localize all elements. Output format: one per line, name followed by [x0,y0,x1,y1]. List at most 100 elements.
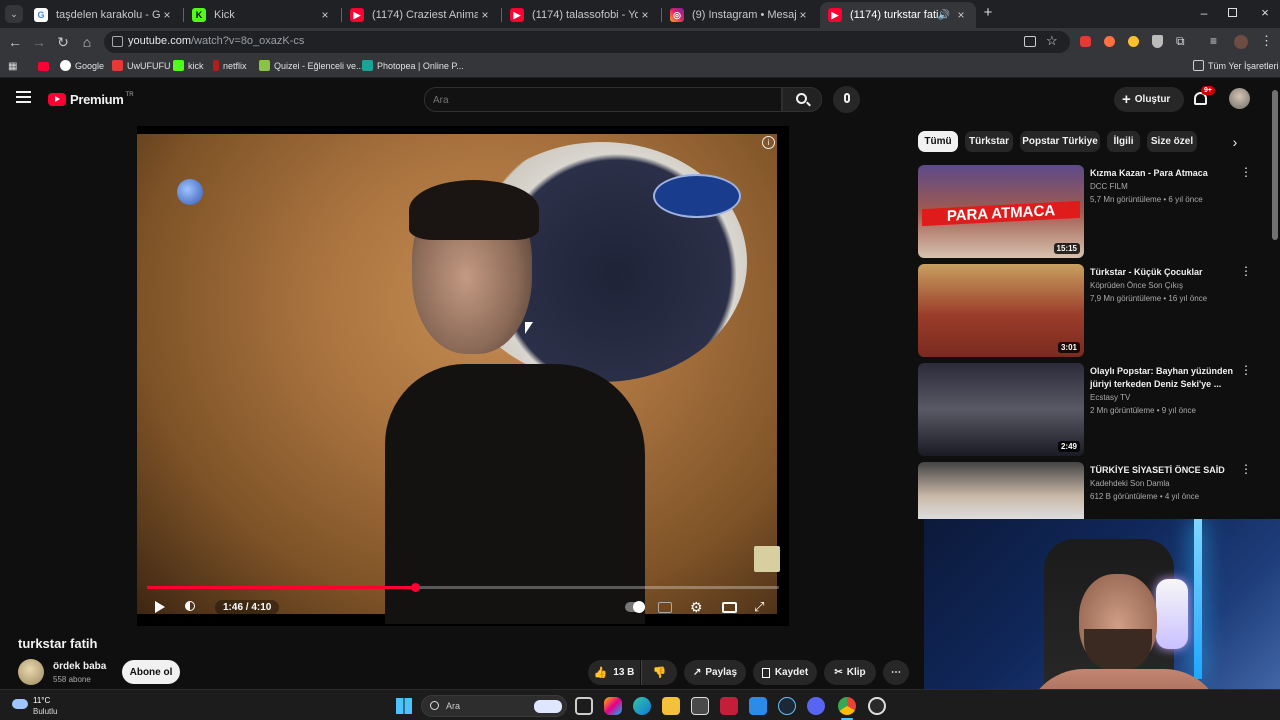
channel-name[interactable]: ördek baba [53,661,106,672]
close-icon[interactable]: × [318,8,332,22]
save-button[interactable]: Kaydet [753,660,817,685]
tab-youtube-animal[interactable]: ▶ (1174) Craziest Animal Encount × [342,2,500,28]
channel-watermark[interactable] [754,546,780,572]
theater-mode-icon[interactable] [722,602,737,613]
apps-icon[interactable]: ▦ [8,61,17,72]
home-icon[interactable]: ⌂ [78,33,96,51]
copilot-icon[interactable] [604,697,622,715]
close-icon[interactable]: × [478,8,492,22]
channel-avatar[interactable] [18,659,44,685]
weather-widget[interactable]: 11°C Bulutlu [10,694,90,718]
file-explorer-icon[interactable] [662,697,680,715]
progress-bar[interactable] [147,583,779,592]
bookmark-star-icon[interactable]: ☆ [1046,33,1058,49]
progress-scrubber[interactable] [411,583,420,592]
subscribe-button[interactable]: Abone ol [122,660,180,684]
subtitles-icon[interactable] [658,602,672,613]
menu-icon[interactable]: ⋮ [1260,33,1273,49]
extensions-puzzle-icon[interactable]: ⧉ [1176,34,1185,49]
more-vertical-icon[interactable]: ⋮ [1240,462,1252,476]
windows-start-icon[interactable] [396,698,412,714]
info-icon[interactable]: i [762,136,775,149]
tab-google[interactable]: G taşdelen karakolu - Google'da A × [26,2,182,28]
chip-all[interactable]: Tümü [918,131,958,152]
dislike-button[interactable]: 👎 [641,660,677,685]
video-thumbnail[interactable]: PARA ATMACA 15:15 [918,165,1084,258]
fullscreen-icon[interactable]: ⤢ [754,599,764,615]
mail-app-icon[interactable] [749,697,767,715]
chip-related[interactable]: İlgili [1107,131,1140,152]
create-button[interactable]: + Oluştur [1114,87,1184,112]
reading-list-icon[interactable]: ≡ [1210,34,1217,48]
more-vertical-icon[interactable]: ⋮ [1240,363,1252,377]
steam-icon[interactable] [778,697,796,715]
site-info-icon[interactable] [112,36,123,47]
taskbar-search[interactable]: Ara [421,695,567,717]
tab-instagram[interactable]: ◎ (9) Instagram • Mesajlar × [662,2,818,28]
video-thumbnail[interactable]: 3:01 [918,264,1084,357]
clip-button[interactable]: ✂ Klip [824,660,876,685]
like-button[interactable]: 👍 13 B [588,660,640,685]
youtube-bookmark-icon[interactable] [38,62,49,71]
recommendation-item[interactable]: 2:49 Olaylı Popstar: Bayhan yüzünden jür… [918,363,1263,457]
voice-search-button[interactable] [833,86,860,113]
window-close-button[interactable]: × [1258,5,1272,20]
search-button[interactable] [782,87,822,112]
profile-avatar[interactable] [1234,35,1248,49]
video-thumbnail[interactable]: 2:49 [918,363,1084,456]
reload-icon[interactable]: ↻ [54,33,72,51]
voicemod-icon[interactable] [720,697,738,715]
close-icon[interactable]: × [954,8,968,22]
search-input[interactable] [433,92,773,108]
bookmark-google[interactable]: Google [60,60,104,71]
extension-icon[interactable] [1080,36,1091,47]
account-avatar[interactable] [1229,88,1250,109]
bookmark-kick[interactable]: kick [173,60,204,71]
autoplay-toggle[interactable] [625,601,645,613]
youtube-premium-logo[interactable]: Premium TR [48,92,134,107]
more-vertical-icon[interactable]: ⋮ [1240,165,1252,179]
task-view-icon[interactable] [575,697,593,715]
play-button[interactable] [152,596,172,618]
more-vertical-icon[interactable]: ⋮ [1240,264,1252,278]
close-icon[interactable]: × [796,8,810,22]
chip-turkstar[interactable]: Türkstar [965,131,1013,152]
bookmark-uwufufu[interactable]: UwUFUFU [112,60,171,71]
page-scrollbar[interactable] [1272,90,1278,240]
chip-popstar[interactable]: Popstar Türkiye [1020,131,1100,152]
video-player[interactable]: i 1:46 / 4:10 ⚙ ⤢ [137,126,789,626]
minimize-button[interactable]: – [1197,6,1211,20]
speaker-icon[interactable]: 🔊 [938,10,950,21]
microsoft-store-icon[interactable] [691,697,709,715]
recommendation-item[interactable]: 3:01 Türkstar - Küçük Çocuklar Köprüden … [918,264,1263,358]
volume-button[interactable] [183,600,199,614]
recommendation-item[interactable]: TÜRKİYE SİYASETİ ÖNCE SAİD Kadehdeki Son… [918,462,1263,519]
settings-icon[interactable]: ⚙ [690,599,703,616]
more-actions-button[interactable]: ⋯ [883,660,909,685]
restore-button[interactable] [1228,8,1237,17]
extension-icon[interactable] [1128,36,1139,47]
chrome-icon[interactable] [838,697,856,715]
extension-icon[interactable] [1104,36,1115,47]
back-icon[interactable]: ← [6,33,24,51]
close-icon[interactable]: × [160,8,174,22]
tab-search-button[interactable]: ⌄ [5,5,23,23]
chip-for-you[interactable]: Size özel [1147,131,1197,152]
tab-kick[interactable]: K Kick × [184,2,340,28]
video-frame[interactable]: i [137,134,780,624]
close-icon[interactable]: × [638,8,652,22]
video-thumbnail[interactable] [918,462,1084,519]
new-tab-button[interactable]: + [980,5,996,21]
tab-youtube-active[interactable]: ▶ (1174) turkstar fatih - YouTu 🔊 × [820,2,976,28]
install-app-icon[interactable] [1024,36,1036,47]
search-box[interactable] [424,87,782,112]
discord-icon[interactable] [807,697,825,715]
bookmark-photopea[interactable]: Photopea | Online P... [362,60,464,71]
hamburger-menu-icon[interactable] [16,91,31,103]
recommendation-item[interactable]: PARA ATMACA 15:15 Kızma Kazan - Para Atm… [918,165,1263,259]
obs-icon[interactable] [868,697,886,715]
bookmark-netflix[interactable]: netflix [213,60,247,71]
bookmark-quizei[interactable]: Quizei - Eğlenceli ve... [259,60,364,71]
shield-icon[interactable] [1152,35,1163,48]
tab-youtube-talassofobi[interactable]: ▶ (1174) talassofobi - YouTube × [502,2,660,28]
